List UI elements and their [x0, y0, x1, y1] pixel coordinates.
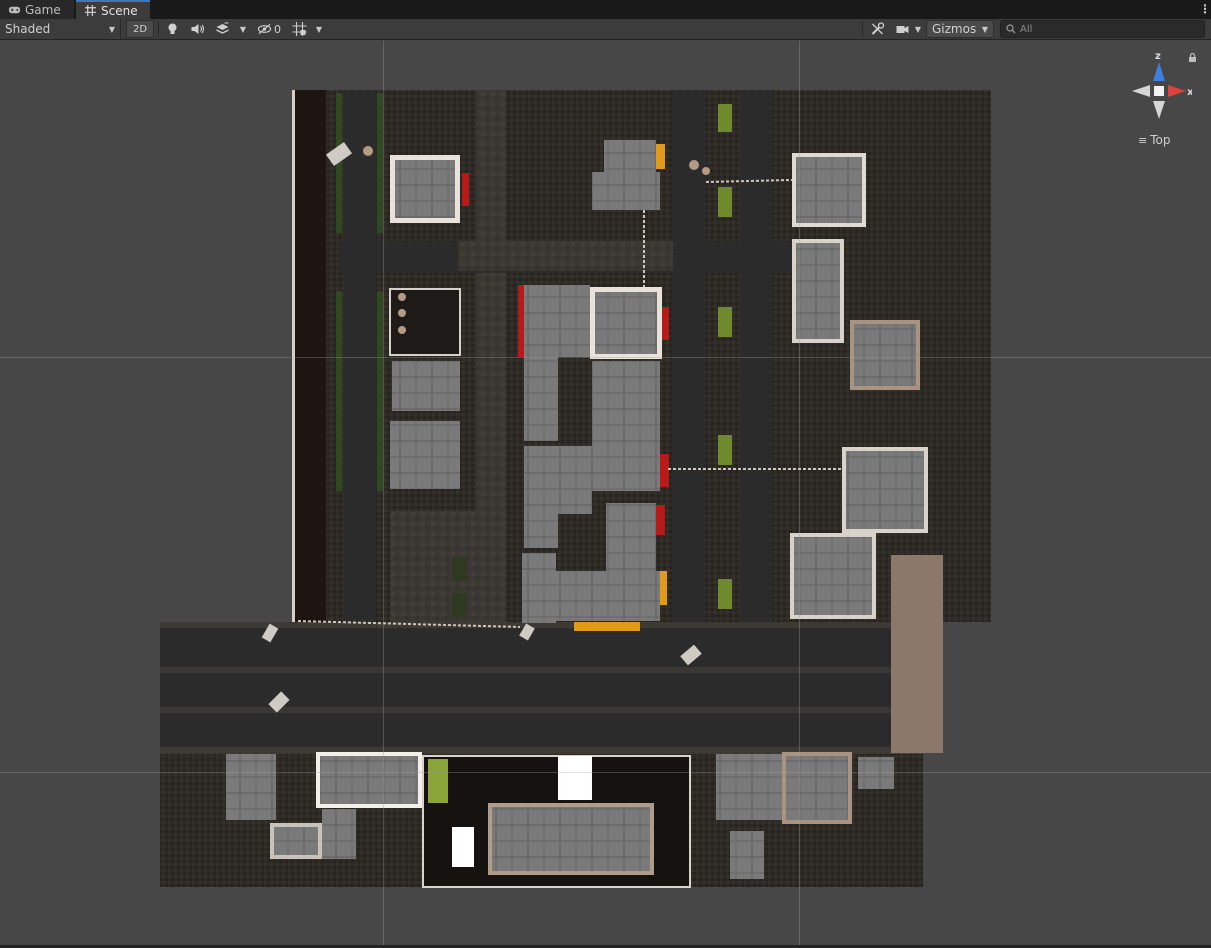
gizmos-dropdown[interactable]: Gizmos ▼: [926, 20, 994, 38]
view-mode-label[interactable]: ≡ Top: [1138, 133, 1170, 147]
wrench-icon: [871, 22, 884, 35]
toggle-2d-button[interactable]: 2D: [126, 20, 154, 38]
road: [344, 90, 376, 622]
layers-icon: [215, 22, 229, 34]
scene-grid-line: [383, 41, 384, 945]
camera-settings-button[interactable]: [892, 19, 912, 39]
draw-mode-label: Shaded: [5, 22, 51, 36]
chevron-down-icon: ▼: [315, 24, 323, 34]
search-input[interactable]: [1020, 23, 1200, 35]
toolbar-divider: [158, 21, 159, 37]
dark-alley: [292, 90, 326, 622]
lighting-toggle[interactable]: [162, 19, 182, 39]
draw-mode-dropdown[interactable]: Shaded ▼: [0, 19, 121, 39]
chevron-down-icon: ▼: [981, 24, 988, 34]
camera-icon: [896, 26, 908, 33]
lock-icon[interactable]: [1188, 53, 1197, 62]
audio-toggle[interactable]: [187, 19, 207, 39]
hamburger-icon: ≡: [1138, 133, 1148, 147]
hidden-count: 0: [274, 22, 281, 36]
orientation-gizmo[interactable]: z x: [1128, 49, 1194, 133]
speaker-icon: [191, 24, 204, 34]
chevron-down-icon: ▼: [108, 24, 115, 34]
grid-snap-toggle[interactable]: [288, 19, 310, 39]
lightbulb-icon: [168, 23, 176, 34]
more-options-icon[interactable]: ⋮: [1199, 2, 1211, 16]
tab-game[interactable]: Game: [0, 0, 74, 19]
road: [458, 241, 673, 271]
chevron-down-icon: ▼: [239, 24, 247, 34]
hidden-objects-toggle[interactable]: 0: [254, 19, 284, 39]
view-mode-text: Top: [1150, 133, 1171, 147]
scene-grid-line: [799, 41, 800, 945]
scene-viewport[interactable]: [0, 41, 1211, 945]
scene-grid-line: [0, 772, 1211, 773]
effects-toggle[interactable]: [211, 19, 233, 39]
tab-scene[interactable]: Scene: [76, 0, 150, 19]
tools-button[interactable]: [866, 19, 888, 39]
eye-slash-icon: [257, 23, 272, 35]
sidewalk-column: [390, 511, 505, 622]
effects-dropdown[interactable]: ▼: [236, 19, 250, 39]
gamepad-icon: [8, 6, 21, 14]
gizmos-label: Gizmos: [932, 22, 977, 36]
scene-toolbar: Shaded ▼ 2D ▼ 0 ▼ ▼ Gizmos ▼: [0, 19, 1211, 40]
grid-icon: [85, 5, 96, 16]
search-icon: [1006, 24, 1016, 34]
axis-x-label: x: [1187, 87, 1192, 98]
road: [672, 90, 706, 622]
tab-game-label: Game: [25, 2, 61, 17]
window-tab-bar: Game Scene ⋮: [0, 0, 1211, 19]
scene-grid-line: [0, 357, 1211, 358]
axis-z-label: z: [1155, 51, 1161, 62]
tab-scene-label: Scene: [101, 3, 138, 18]
toolbar-divider: [862, 21, 863, 37]
grid-snap-dropdown[interactable]: ▼: [312, 19, 326, 39]
camera-settings-dropdown[interactable]: ▼: [911, 19, 925, 39]
chevron-down-icon: ▼: [914, 24, 922, 34]
hierarchy-search[interactable]: [1000, 20, 1205, 38]
road: [740, 90, 772, 622]
top-down-level-render: [160, 90, 991, 888]
grid-snap-icon: [292, 22, 306, 36]
